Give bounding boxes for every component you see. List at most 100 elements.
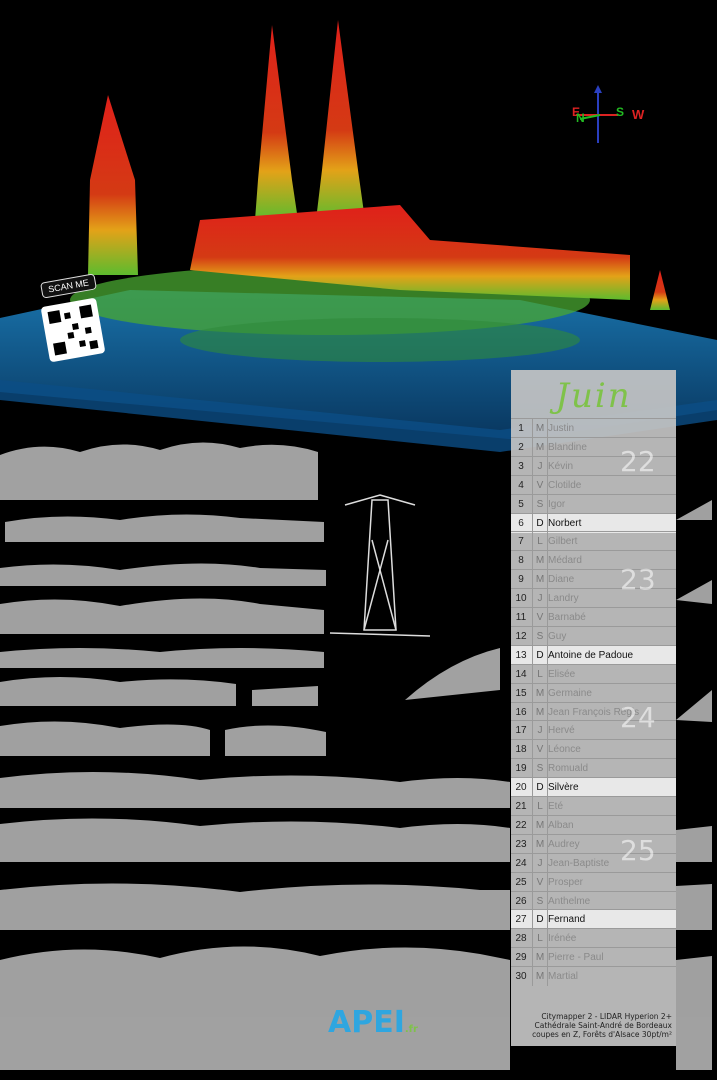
day-letter: J — [532, 589, 548, 609]
saint-name: Irénée — [548, 933, 577, 945]
lidar-cathedral — [88, 20, 670, 310]
compass-icon: E N S W — [570, 85, 650, 145]
day-letter: M — [532, 967, 548, 987]
week-number: 22 — [620, 445, 656, 478]
apei-logo[interactable]: APEI.fr — [328, 1005, 418, 1040]
day-letter: V — [532, 872, 548, 892]
saint-name: Silvère — [548, 782, 579, 794]
calendar-day-row: 12 S Guy — [511, 625, 676, 646]
day-number: 21 — [515, 801, 527, 812]
day-letter: S — [532, 626, 548, 646]
day-letter: L — [532, 532, 548, 552]
day-number: 29 — [515, 952, 527, 964]
saint-name: Jean-Baptiste — [548, 857, 610, 869]
saint-name: Antoine de Padoue — [548, 649, 634, 661]
saint-name: Médard — [548, 555, 582, 567]
day-number: 18 — [515, 744, 527, 756]
day-letter: D — [532, 513, 548, 533]
day-number: 4 — [518, 479, 524, 491]
calendar-day-row: 29 M Pierre - Paul — [511, 947, 676, 968]
calendar-day-row: 26 S Anthelme — [511, 890, 676, 911]
day-number: 1 — [518, 423, 524, 434]
saint-name: Germaine — [548, 687, 592, 699]
day-letter: D — [532, 910, 548, 930]
day-number: 8 — [518, 555, 524, 567]
saint-name: Barnabé — [548, 612, 586, 623]
day-number: 26 — [515, 895, 527, 907]
saint-name: Guy — [548, 630, 567, 642]
saint-name: Norbert — [548, 517, 582, 529]
credit-line: Citymapper 2 - LIDAR Hyperion 2+ — [541, 1012, 672, 1021]
day-letter: M — [532, 570, 548, 590]
calendar-day-row: 5 S Igor — [511, 493, 676, 514]
day-letter: M — [532, 683, 548, 703]
day-number: 5 — [518, 498, 524, 510]
calendar-day-row: 6 D Norbert — [511, 512, 676, 533]
day-letter: M — [532, 834, 548, 854]
day-letter: L — [532, 797, 548, 816]
saint-name: Alban — [548, 819, 574, 831]
qr-code[interactable] — [40, 297, 106, 363]
compass-n: N — [576, 111, 585, 125]
calendar-day-row: 14 L Elisée — [511, 663, 676, 684]
saint-name: Elisée — [548, 668, 576, 680]
calendar-day-row: 18 V Léonce — [511, 739, 676, 760]
credit-line: coupes en Z, Forêts d'Alsace 30pt/m² — [532, 1030, 672, 1039]
saint-name: Pierre - Paul — [548, 952, 604, 964]
day-number: 22 — [515, 819, 527, 831]
saint-name: Landry — [548, 593, 579, 605]
day-letter: S — [532, 759, 548, 779]
calendar-day-row: 11 V Barnabé — [511, 607, 676, 627]
day-letter: S — [532, 494, 548, 514]
week-number: 23 — [620, 563, 656, 596]
day-number: 19 — [515, 763, 527, 775]
compass-s: S — [616, 105, 625, 119]
day-number: 9 — [518, 574, 524, 586]
logo-text: APEI — [328, 1005, 405, 1040]
day-letter: V — [532, 608, 548, 627]
day-letter: D — [532, 778, 548, 798]
day-letter: V — [532, 740, 548, 760]
saint-name: Diane — [548, 574, 575, 586]
day-number: 7 — [518, 536, 524, 548]
day-letter: V — [532, 475, 548, 495]
day-number: 11 — [515, 612, 527, 623]
calendar-day-row: 25 V Prosper — [511, 871, 676, 892]
saint-name: Blandine — [548, 441, 587, 453]
day-letter: L — [532, 929, 548, 949]
day-number: 25 — [515, 876, 527, 888]
calendar-day-row: 27 D Fernand — [511, 909, 676, 930]
saint-name: Justin — [548, 423, 575, 434]
day-number: 16 — [515, 706, 527, 718]
saint-name: Hervé — [548, 725, 575, 737]
saint-name: Audrey — [548, 838, 580, 850]
calendar-day-row: 19 S Romuald — [511, 758, 676, 779]
day-number: 23 — [515, 838, 527, 850]
credit-line: Cathédrale Saint-André de Bordeaux — [534, 1021, 672, 1030]
week-number: 24 — [620, 701, 656, 734]
calendar-day-row: 20 D Silvère — [511, 777, 676, 798]
logo-suffix: .fr — [404, 1024, 418, 1035]
saint-name: Gilbert — [548, 536, 578, 548]
day-number: 13 — [515, 649, 527, 661]
saint-name: Prosper — [548, 876, 584, 888]
day-letter: M — [532, 948, 548, 968]
calendar-day-row: 13 D Antoine de Padoue — [511, 644, 676, 665]
day-letter: M — [532, 551, 548, 571]
compass-w: W — [632, 107, 645, 122]
calendar-day-row: 21 L Eté — [511, 796, 676, 816]
day-letter: S — [532, 891, 548, 911]
saint-name: Eté — [548, 801, 564, 812]
day-number: 24 — [515, 857, 527, 869]
day-letter: L — [532, 664, 548, 684]
calendar-day-row: 28 L Irénée — [511, 928, 676, 949]
calendar-day-row: 1 M Justin — [511, 418, 676, 438]
day-number: 17 — [515, 725, 527, 737]
day-letter: J — [532, 721, 548, 741]
day-number: 6 — [518, 517, 524, 529]
day-letter: M — [532, 419, 548, 438]
saint-name: Clotilde — [548, 479, 582, 491]
day-number: 30 — [515, 971, 527, 983]
saint-name: Fernand — [548, 914, 586, 926]
day-letter: M — [532, 815, 548, 835]
